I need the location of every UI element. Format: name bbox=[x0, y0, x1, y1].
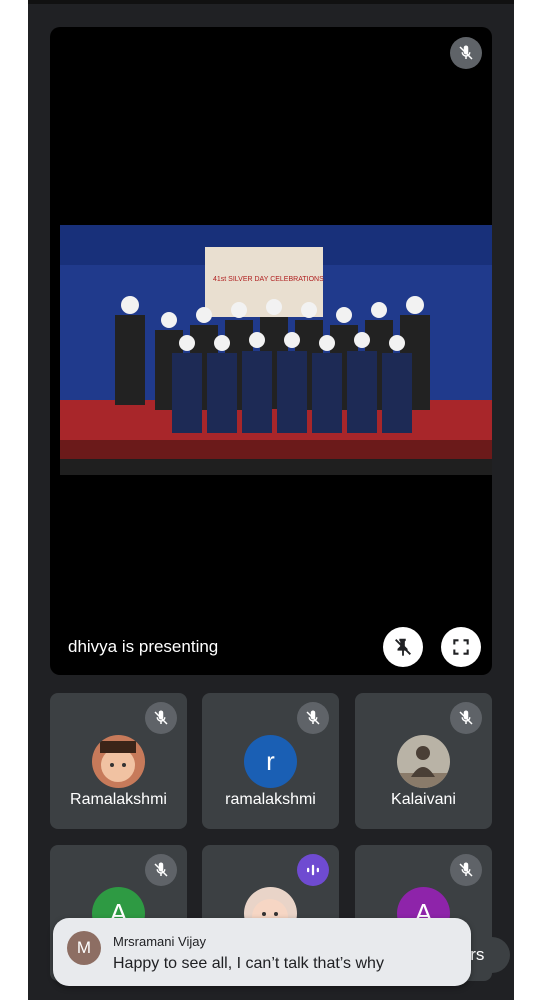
participant-name: ramalakshmi bbox=[225, 791, 316, 808]
toast-message: Happy to see all, I can’t talk that’s wh… bbox=[113, 955, 384, 972]
meet-screen: 41st SILVER DAY CELEBRATIONS dhivya is p… bbox=[28, 0, 514, 1000]
presenting-label: dhivya is presenting bbox=[68, 637, 219, 656]
fullscreen-icon bbox=[453, 639, 469, 655]
participant-tile[interactable]: Kalaivani bbox=[355, 693, 492, 829]
participant-name: Kalaivani bbox=[391, 791, 456, 808]
fullscreen-button[interactable] bbox=[441, 627, 481, 667]
presentation-tile[interactable]: 41st SILVER DAY CELEBRATIONS dhivya is p… bbox=[50, 27, 492, 675]
mic-off-icon bbox=[450, 37, 482, 69]
avatar bbox=[92, 735, 145, 788]
speaking-icon bbox=[297, 854, 329, 886]
mic-off-icon bbox=[145, 702, 177, 734]
mic-off-icon bbox=[450, 854, 482, 886]
toast-sender: Mrsramani Vijay bbox=[113, 934, 206, 949]
shared-screen-content: 41st SILVER DAY CELEBRATIONS bbox=[60, 225, 492, 475]
avatar: M bbox=[67, 931, 101, 965]
participant-name: Ramalakshmi bbox=[70, 791, 167, 808]
pin-off-icon bbox=[395, 638, 411, 657]
banner-title: 41st SILVER DAY CELEBRATIONS bbox=[213, 276, 324, 283]
mic-off-icon bbox=[145, 854, 177, 886]
chat-toast[interactable]: M Mrsramani Vijay Happy to see all, I ca… bbox=[53, 918, 471, 986]
avatar bbox=[397, 735, 450, 788]
avatar: r bbox=[244, 735, 297, 788]
status-strip bbox=[28, 0, 514, 4]
mic-off-icon bbox=[450, 702, 482, 734]
participant-tile[interactable]: Ramalakshmi bbox=[50, 693, 187, 829]
mic-off-icon bbox=[297, 702, 329, 734]
unpin-button[interactable] bbox=[383, 627, 423, 667]
participant-tile[interactable]: r ramalakshmi bbox=[202, 693, 339, 829]
